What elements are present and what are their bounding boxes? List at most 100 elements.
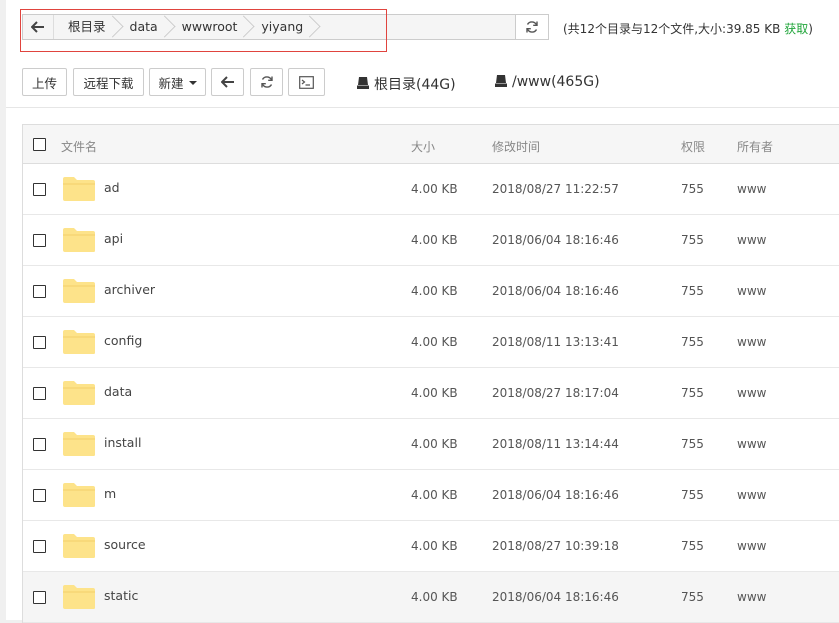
file-size: 4.00 KB bbox=[411, 539, 458, 553]
file-name[interactable]: ad bbox=[104, 180, 120, 195]
file-size: 4.00 KB bbox=[411, 386, 458, 400]
header-owner: 所有者 bbox=[737, 140, 774, 154]
table-row[interactable]: data 4.00 KB 2018/08/27 18:17:04 755 www bbox=[23, 368, 839, 419]
file-size: 4.00 KB bbox=[411, 335, 458, 349]
file-owner[interactable]: www bbox=[737, 437, 766, 451]
file-permission[interactable]: 755 bbox=[681, 335, 704, 349]
table-row[interactable]: static 4.00 KB 2018/06/04 18:16:46 755 www bbox=[23, 572, 839, 623]
folder-icon bbox=[63, 228, 95, 252]
file-size: 4.00 KB bbox=[411, 437, 458, 451]
folder-icon bbox=[63, 330, 95, 354]
file-name[interactable]: source bbox=[104, 537, 146, 552]
remote-download-button[interactable]: 远程下载 bbox=[73, 68, 144, 96]
row-checkbox[interactable] bbox=[33, 387, 46, 400]
select-all-checkbox[interactable] bbox=[33, 138, 46, 151]
arrow-left-icon bbox=[220, 76, 234, 88]
address-back-button[interactable] bbox=[23, 15, 54, 39]
file-owner[interactable]: www bbox=[737, 284, 766, 298]
folder-icon bbox=[63, 432, 95, 456]
file-mtime: 2018/08/27 11:22:57 bbox=[492, 182, 619, 196]
table-row[interactable]: m 4.00 KB 2018/06/04 18:16:46 755 www bbox=[23, 470, 839, 521]
breadcrumb-item-yiyang[interactable]: yiyang bbox=[247, 15, 313, 39]
folder-icon bbox=[63, 534, 95, 558]
folder-icon bbox=[63, 585, 95, 609]
file-mtime: 2018/06/04 18:16:46 bbox=[492, 284, 619, 298]
back-button[interactable] bbox=[211, 68, 244, 96]
table-row[interactable]: ad 4.00 KB 2018/08/27 11:22:57 755 www bbox=[23, 164, 839, 215]
hard-disk-icon bbox=[357, 77, 369, 89]
table-row[interactable]: api 4.00 KB 2018/06/04 18:16:46 755 www bbox=[23, 215, 839, 266]
row-checkbox[interactable] bbox=[33, 336, 46, 349]
file-name[interactable]: config bbox=[104, 333, 142, 348]
file-owner[interactable]: www bbox=[737, 233, 766, 247]
breadcrumb-item-root[interactable]: 根目录 bbox=[54, 15, 116, 39]
file-owner[interactable]: www bbox=[737, 539, 766, 553]
hard-disk-icon bbox=[495, 75, 507, 87]
file-size: 4.00 KB bbox=[411, 233, 458, 247]
header-size[interactable]: 大小 bbox=[411, 138, 435, 155]
disk-root[interactable]: 根目录(44G) bbox=[357, 74, 456, 94]
table-row[interactable]: source 4.00 KB 2018/08/27 10:39:18 755 www bbox=[23, 521, 839, 572]
file-mtime: 2018/08/11 13:14:44 bbox=[492, 437, 619, 451]
table-row[interactable]: install 4.00 KB 2018/08/11 13:14:44 755 www bbox=[23, 419, 839, 470]
file-owner[interactable]: www bbox=[737, 590, 766, 604]
terminal-button[interactable] bbox=[288, 68, 325, 96]
file-name[interactable]: static bbox=[104, 588, 138, 603]
summary-close: ) bbox=[808, 22, 813, 36]
file-permission[interactable]: 755 bbox=[681, 233, 704, 247]
file-owner[interactable]: www bbox=[737, 386, 766, 400]
refresh-button[interactable] bbox=[250, 68, 283, 96]
file-permission[interactable]: 755 bbox=[681, 284, 704, 298]
file-permission[interactable]: 755 bbox=[681, 182, 704, 196]
row-checkbox[interactable] bbox=[33, 285, 46, 298]
file-permission[interactable]: 755 bbox=[681, 386, 704, 400]
row-checkbox[interactable] bbox=[33, 438, 46, 451]
table-row[interactable]: config 4.00 KB 2018/08/11 13:13:41 755 www bbox=[23, 317, 839, 368]
table-body: ad 4.00 KB 2018/08/27 11:22:57 755 www api 4.0… bbox=[23, 164, 839, 623]
file-mtime: 2018/06/04 18:16:46 bbox=[492, 233, 619, 247]
file-owner[interactable]: www bbox=[737, 335, 766, 349]
refresh-icon bbox=[260, 76, 273, 88]
row-checkbox[interactable] bbox=[33, 591, 46, 604]
terminal-icon bbox=[299, 75, 314, 89]
file-permission[interactable]: 755 bbox=[681, 437, 704, 451]
breadcrumb-item-data[interactable]: data bbox=[116, 15, 168, 39]
file-mtime: 2018/08/11 13:13:41 bbox=[492, 335, 619, 349]
toolbar-divider bbox=[6, 107, 839, 108]
file-name[interactable]: m bbox=[104, 486, 116, 501]
file-permission[interactable]: 755 bbox=[681, 539, 704, 553]
fetch-size-link[interactable]: 获取 bbox=[784, 22, 808, 36]
breadcrumb: 根目录 data wwwroot yiyang bbox=[54, 15, 313, 39]
table-row[interactable]: archiver 4.00 KB 2018/06/04 18:16:46 755 www bbox=[23, 266, 839, 317]
file-permission[interactable]: 755 bbox=[681, 488, 704, 502]
header-name[interactable]: 文件名 bbox=[61, 138, 97, 155]
summary-text: (共12个目录与12个文件,大小:39.85 KB bbox=[563, 22, 781, 36]
file-owner[interactable]: www bbox=[737, 488, 766, 502]
row-checkbox[interactable] bbox=[33, 234, 46, 247]
file-manager-panel: 根目录 data wwwroot yiyang (共12个目录与12个文件,大小… bbox=[6, 0, 839, 623]
file-name[interactable]: install bbox=[104, 435, 141, 450]
row-checkbox[interactable] bbox=[33, 183, 46, 196]
file-name[interactable]: api bbox=[104, 231, 123, 246]
address-refresh-button[interactable] bbox=[516, 14, 549, 40]
refresh-icon bbox=[526, 21, 538, 33]
header-mtime[interactable]: 修改时间 bbox=[492, 138, 540, 155]
arrow-left-icon bbox=[31, 21, 44, 33]
header-permission: 权限 bbox=[681, 140, 706, 154]
file-permission[interactable]: 755 bbox=[681, 590, 704, 604]
file-name[interactable]: data bbox=[104, 384, 132, 399]
breadcrumb-item-wwwroot[interactable]: wwwroot bbox=[168, 15, 248, 39]
file-size: 4.00 KB bbox=[411, 182, 458, 196]
caret-down-icon bbox=[188, 81, 197, 85]
new-dropdown-button[interactable]: 新建 bbox=[149, 68, 206, 96]
file-size: 4.00 KB bbox=[411, 590, 458, 604]
file-owner[interactable]: www bbox=[737, 182, 766, 196]
table-header: 文件名 大小 修改时间 权限 所有者 bbox=[23, 125, 839, 164]
row-checkbox[interactable] bbox=[33, 540, 46, 553]
row-checkbox[interactable] bbox=[33, 489, 46, 502]
file-mtime: 2018/06/04 18:16:46 bbox=[492, 590, 619, 604]
file-name[interactable]: archiver bbox=[104, 282, 155, 297]
upload-button[interactable]: 上传 bbox=[22, 68, 67, 96]
disk-www[interactable]: /www(465G) bbox=[495, 74, 600, 90]
folder-icon bbox=[63, 279, 95, 303]
